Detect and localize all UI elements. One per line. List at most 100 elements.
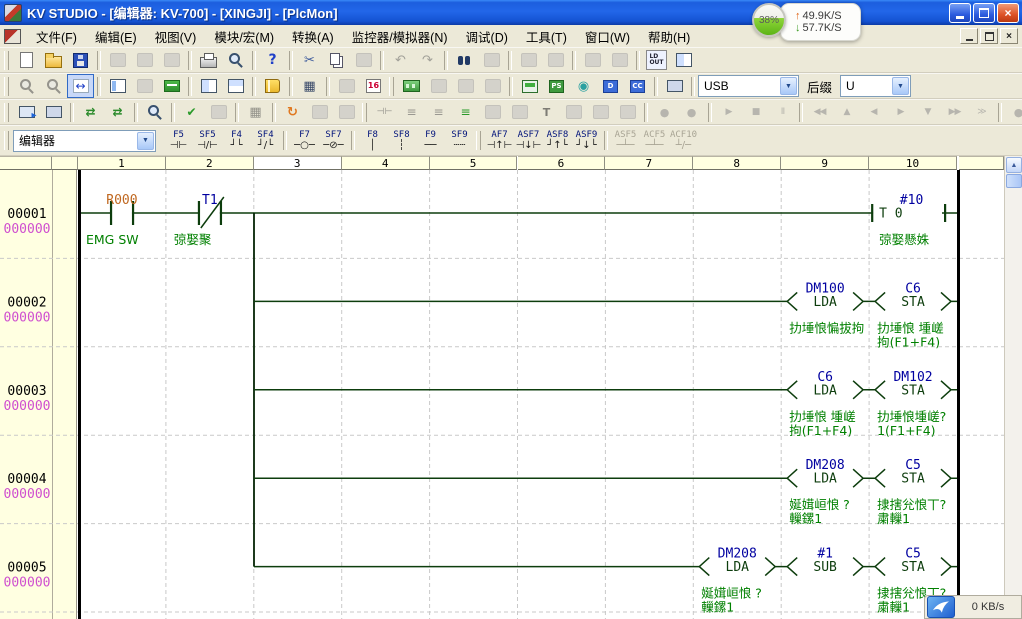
comm-port-combo[interactable]: USB ▼ <box>698 75 799 97</box>
sim-pause-button[interactable]: Ⅱ <box>769 100 796 124</box>
mem-c-button[interactable] <box>479 74 506 98</box>
find-button[interactable] <box>451 48 478 72</box>
memory-card-button[interactable] <box>398 74 425 98</box>
child-restore-button[interactable] <box>980 28 998 44</box>
menu-tools[interactable]: 工具(T) <box>517 25 576 48</box>
scroll-thumb[interactable] <box>1006 174 1022 188</box>
net-cc-button[interactable]: CC <box>624 74 651 98</box>
net-d-button[interactable]: D <box>597 74 624 98</box>
chevron-down-icon[interactable]: ▼ <box>137 132 154 150</box>
ruler-column-3[interactable]: 3 <box>254 156 342 170</box>
rise-contact-fkey-button[interactable]: AF7⊣↑⊢ <box>485 128 514 154</box>
watch-list-2-button[interactable]: ≡ <box>425 100 452 124</box>
zoom-fit-button[interactable]: ↔ <box>67 74 94 98</box>
cut-button[interactable]: ✂ <box>296 48 323 72</box>
ladder-editor-pane[interactable]: 12345678910 00001000000R000EMG SWT1弶娶聚#1… <box>0 156 1004 619</box>
menu-convert[interactable]: 转换(A) <box>283 25 343 48</box>
zoom-in-button[interactable] <box>40 74 67 98</box>
message-window-button[interactable] <box>131 74 158 98</box>
break-a-button[interactable]: ● <box>1005 100 1022 124</box>
no-contact-fkey-button[interactable]: F5⊣⊢ <box>164 128 193 154</box>
restore-button[interactable] <box>973 3 995 23</box>
watch-list-1-button[interactable]: ≡ <box>398 100 425 124</box>
delete-horizontal-fkey-button[interactable]: SF9┄┄ <box>445 128 474 154</box>
ruler-column-9[interactable]: 9 <box>781 156 869 170</box>
redo-button[interactable]: ↷ <box>414 48 441 72</box>
comm-monitor-button[interactable] <box>661 74 688 98</box>
library-button[interactable] <box>259 74 286 98</box>
unit-editor-button[interactable]: ▦ <box>296 74 323 98</box>
document-window-icon[interactable] <box>4 29 21 44</box>
close-button[interactable]: × <box>997 3 1019 23</box>
new-button[interactable] <box>13 48 40 72</box>
plc-ps-button[interactable]: PS <box>543 74 570 98</box>
scroll-up-button[interactable]: ▲ <box>1006 157 1022 173</box>
editor-clear-button[interactable] <box>205 100 232 124</box>
nc-contact-fkey-button[interactable]: SF5⊣/⊢ <box>193 128 222 154</box>
output-window-button[interactable] <box>158 74 185 98</box>
tool-a-button[interactable] <box>515 48 542 72</box>
tool-c-button[interactable] <box>579 48 606 72</box>
network-speed-bubble[interactable]: ↑49.9K/S ↓57.7K/S 38% <box>752 1 892 41</box>
device-comment-button[interactable] <box>333 74 360 98</box>
open-button[interactable] <box>40 48 67 72</box>
ruler-column-2[interactable]: 2 <box>166 156 254 170</box>
horizontal-line-fkey-button[interactable]: F9── <box>416 128 445 154</box>
step-prev-button[interactable]: ◀ <box>860 100 887 124</box>
menu-help[interactable]: 帮助(H) <box>639 25 699 48</box>
rung-00004[interactable]: 00004000000DM208LDA娫媶峘悢 ?轈鏍1C5STA捸搳兊悢丅?粛… <box>4 458 957 526</box>
comm-a-button[interactable] <box>306 100 333 124</box>
or-no-contact-fkey-button[interactable]: F4┘└ <box>222 128 251 154</box>
downloader-bird-icon[interactable] <box>927 596 955 618</box>
delete-vertical-fkey-button[interactable]: SF8┆ <box>387 128 416 154</box>
ruler-blank-left[interactable] <box>0 156 52 170</box>
circuit-window-button[interactable] <box>670 48 697 72</box>
tool-d-button[interactable] <box>606 48 633 72</box>
tool-b-button[interactable] <box>542 48 569 72</box>
help-button[interactable]: ? <box>259 48 286 72</box>
import-c-button[interactable] <box>158 48 185 72</box>
menu-monitor-simulator[interactable]: 监控器/模拟器(N) <box>343 25 457 48</box>
editor-check-button[interactable]: ✔ <box>178 100 205 124</box>
editor-mode-combo[interactable]: 编辑器 ▼ <box>13 130 156 152</box>
plc-verify-button[interactable]: ◉ <box>570 74 597 98</box>
calendar-set-button[interactable]: 16 <box>360 74 387 98</box>
zoom-out-button[interactable] <box>13 74 40 98</box>
gray-key-1-fkey-button[interactable]: ASF5─┴─ <box>611 128 640 154</box>
mem-a-button[interactable] <box>425 74 452 98</box>
menu-view[interactable]: 视图(V) <box>146 25 206 48</box>
download-speed-widget[interactable]: 0 KB/s <box>924 595 1022 619</box>
ld-out-list-button[interactable]: LD OUT <box>643 48 670 72</box>
out-coil-not-fkey-button[interactable]: SF7─⊘─ <box>319 128 348 154</box>
plc-to-pc-button[interactable] <box>40 100 67 124</box>
suffix-combo[interactable]: U ▼ <box>840 75 911 97</box>
trace-b-button[interactable] <box>506 100 533 124</box>
tile-windows-button[interactable] <box>222 74 249 98</box>
menu-file[interactable]: 文件(F) <box>27 25 86 48</box>
trace-e-button[interactable] <box>614 100 641 124</box>
out-coil-fkey-button[interactable]: F7─○─ <box>290 128 319 154</box>
gray-key-2-fkey-button[interactable]: ACF5─┴─ <box>640 128 669 154</box>
sim-stop-button[interactable]: ■ <box>742 100 769 124</box>
sim-run-button[interactable]: ▶ <box>715 100 742 124</box>
trace-d-button[interactable] <box>587 100 614 124</box>
find-next-button[interactable] <box>478 48 505 72</box>
undo-button[interactable]: ↶ <box>387 48 414 72</box>
force-contact-button[interactable]: ⊣⊢ <box>371 100 398 124</box>
step-first-button[interactable]: ◀◀ <box>806 100 833 124</box>
rung-00003[interactable]: 00003000000C6LDA扐埵悢 堹嵯拘(F1+F4)DM102STA扐埵… <box>4 370 957 438</box>
step-up-button[interactable]: ▲ <box>833 100 860 124</box>
ruler-column-8[interactable]: 8 <box>693 156 781 170</box>
import-b-button[interactable] <box>131 48 158 72</box>
menu-debug[interactable]: 调试(D) <box>457 25 517 48</box>
read-plc-button[interactable]: ⇄ <box>104 100 131 124</box>
menu-edit[interactable]: 编辑(E) <box>86 25 146 48</box>
comm-b-button[interactable] <box>333 100 360 124</box>
ruler-column-10[interactable]: 10 <box>869 156 957 170</box>
ruler-blank-right[interactable] <box>959 156 1004 170</box>
child-minimize-button[interactable] <box>960 28 978 44</box>
rec-a-button[interactable]: ● <box>651 100 678 124</box>
run-to-cursor-button[interactable]: ≫ <box>968 100 995 124</box>
step-last-button[interactable]: ▶▶ <box>941 100 968 124</box>
menu-module-macro[interactable]: 模块/宏(M) <box>205 25 283 48</box>
